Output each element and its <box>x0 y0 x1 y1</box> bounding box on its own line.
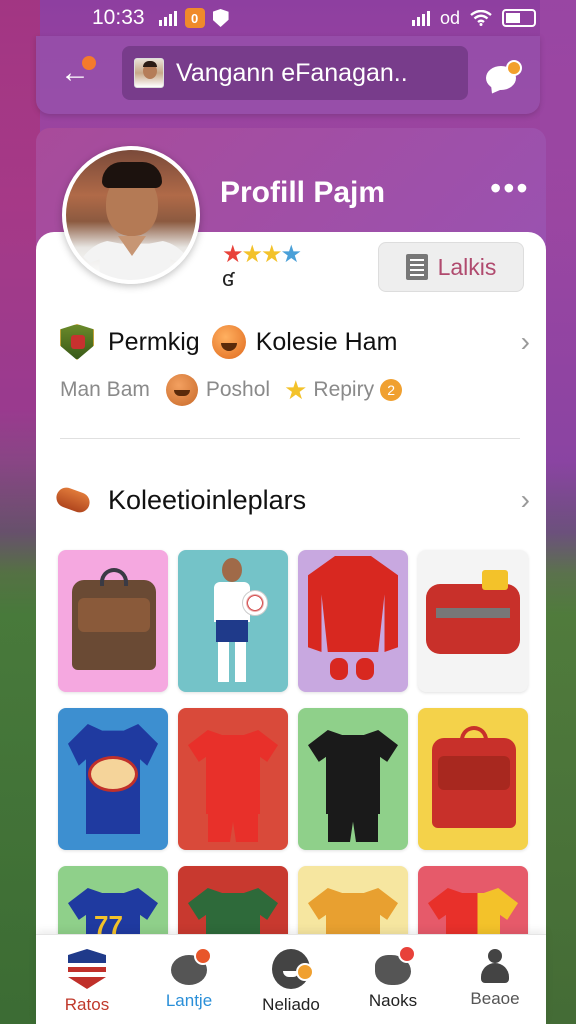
flag-shield-icon <box>68 949 106 989</box>
rating-value: ʛ <box>222 266 235 291</box>
chat-button[interactable] <box>486 60 522 90</box>
battery-icon <box>502 9 536 27</box>
team-label: Kolesie Ham <box>255 327 398 356</box>
ranking-label: Permkig <box>108 327 200 356</box>
back-button[interactable]: ← <box>60 56 96 90</box>
clipboard-icon <box>405 254 428 280</box>
cell-signal-icon <box>411 10 430 26</box>
notification-dot <box>82 56 96 70</box>
wifi-icon <box>470 10 492 26</box>
nav-item-neliado[interactable]: Neliado <box>240 935 342 1024</box>
ball-icon <box>242 590 268 616</box>
nav-item-lantje[interactable]: Lantje <box>138 935 240 1024</box>
app-notification-icon: 0 <box>184 8 205 28</box>
section-divider <box>60 438 520 439</box>
grid-item-player-with-ball[interactable] <box>178 550 288 692</box>
smile-face-icon <box>211 325 246 359</box>
status-time: 10:33 <box>92 6 145 29</box>
header-avatar <box>134 58 164 88</box>
nav-label: Neliado <box>262 995 320 1014</box>
chevron-right-icon: › <box>520 484 530 515</box>
star-icon: ★ <box>280 241 302 268</box>
shield-icon <box>212 9 229 27</box>
face-icon <box>165 374 198 406</box>
stats-row: Man Bam Poshol ★ Repiry 2 <box>60 372 530 408</box>
app-header: ← Vangann eFanagan.. <box>36 36 540 114</box>
nav-item-beaoe[interactable]: Beaoe <box>444 935 546 1024</box>
club-crest-icon <box>60 324 94 360</box>
bottom-navigation: Ratos Lantje Neliado Naoks Beaoe <box>36 934 546 1024</box>
count-badge: 2 <box>380 379 403 401</box>
grid-item-red-backpack[interactable] <box>418 708 528 850</box>
nav-badge <box>398 945 416 963</box>
grid-item-black-kit[interactable] <box>298 708 408 850</box>
grid-item-brown-backpack[interactable] <box>58 550 168 692</box>
header-title: Vangann eFanagan.. <box>176 58 408 87</box>
rating-stars: ★★★★ <box>222 240 302 269</box>
nav-label: Naoks <box>368 991 418 1010</box>
header-title-pill[interactable]: Vangann eFanagan.. <box>122 46 468 100</box>
nav-label: Ratos <box>64 995 110 1014</box>
more-options-button[interactable]: ••• <box>490 172 530 204</box>
status-bar: 10:33 0 od <box>0 0 576 36</box>
signal-icon <box>158 10 177 26</box>
star-icon: ★ <box>222 241 243 268</box>
likes-label: Lalkis <box>437 253 497 280</box>
chevron-right-icon: › <box>520 326 530 357</box>
collection-icon <box>53 484 93 516</box>
person-icon <box>481 949 509 983</box>
nav-item-ratos[interactable]: Ratos <box>36 935 138 1024</box>
nav-badge <box>296 963 314 981</box>
grid-item-blue-jersey[interactable] <box>58 708 168 850</box>
collection-title: Koleetioinleplars <box>108 484 307 515</box>
carrier-label: od <box>439 7 460 28</box>
nav-badge <box>194 947 212 965</box>
stat-label-2: Poshol <box>205 378 271 401</box>
grid-item-red-kit[interactable] <box>178 708 288 850</box>
star-icon: ★ <box>261 241 282 268</box>
likes-button[interactable]: Lalkis <box>378 242 524 292</box>
profile-title: Profill Pajm <box>220 176 386 209</box>
stat-label-1: Man Bam <box>60 378 150 401</box>
nav-label: Beaoe <box>470 989 520 1008</box>
nav-label: Lantje <box>165 991 213 1010</box>
profile-avatar[interactable] <box>62 146 200 284</box>
stat-label-3: Repiry <box>313 378 375 401</box>
nav-item-naoks[interactable]: Naoks <box>342 935 444 1024</box>
grid-item-red-jacket[interactable] <box>298 550 408 692</box>
ranking-row[interactable]: Permkig Kolesie Ham › <box>60 320 530 364</box>
background-left <box>0 0 40 1024</box>
grid-item-red-duffel-bag[interactable] <box>418 550 528 692</box>
chat-badge <box>506 60 522 76</box>
star-icon: ★ <box>241 241 263 268</box>
star-icon: ★ <box>284 374 308 405</box>
collection-header[interactable]: Koleetioinleplars › <box>53 478 530 522</box>
